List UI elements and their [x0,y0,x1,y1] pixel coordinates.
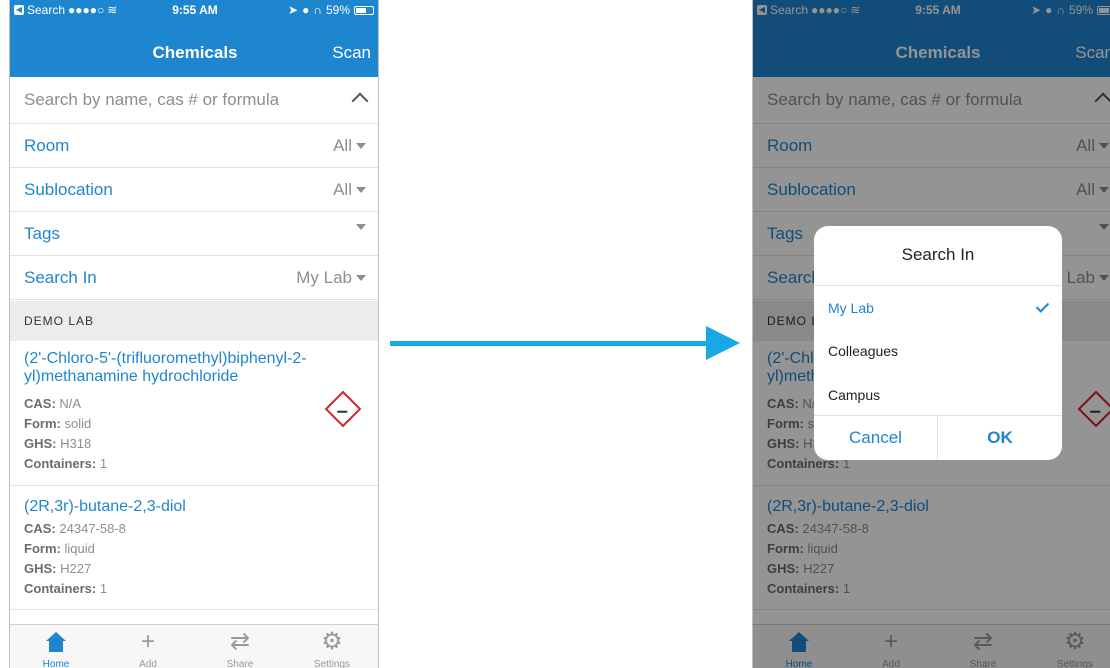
ok-button[interactable]: OK [938,416,1062,460]
tab-home[interactable]: Home [10,625,102,668]
chemical-name[interactable]: (2'-Chloro-5'-(trifluoromethyl)biphenyl-… [24,350,354,386]
checkmark-icon [1035,299,1050,313]
option-my-lab[interactable]: My Lab [828,300,874,316]
form-label: Form: [24,416,61,431]
tab-label: Settings [313,659,351,668]
dropdown-caret-icon [356,187,366,193]
status-bar: ◀ Search ●●●●○ ≋ 9:55 AM ➤ ● ∩ 59% [10,0,378,20]
filter-label: Sublocation [24,180,113,199]
ghs-label: GHS: [24,561,57,576]
battery-percent: 59% [325,3,350,17]
option-campus[interactable]: Campus [828,387,880,403]
containers-value: 1 [99,456,108,471]
form-label: Form: [24,541,61,556]
list-item[interactable]: (2R,3r)-butane-2,3-diol CAS: 24347-58-8 … [10,486,378,610]
filter-label: Tags [24,224,60,243]
tab-share[interactable]: ⇄ Share [194,625,286,668]
option-colleagues[interactable]: Colleagues [828,343,898,359]
ghs-label: GHS: [24,436,57,451]
arrow-right-icon [706,326,740,360]
containers-value: 1 [99,581,108,596]
ghs-value: H227 [60,561,92,576]
tab-label: Home [42,659,70,668]
tab-settings[interactable]: ⚙ Settings [286,625,378,668]
phone-screen-before: ◀ Search ●●●●○ ≋ 9:55 AM ➤ ● ∩ 59% Chemi… [9,0,379,668]
list-item[interactable]: (2'-Chloro-5'-(trifluoromethyl)biphenyl-… [10,341,378,486]
filter-tags[interactable]: Tags [10,212,378,256]
section-header: DEMO LAB [10,301,378,341]
search-input[interactable]: Search by name, cas # or formula [24,90,279,110]
filter-room[interactable]: Room All [10,124,378,168]
headphones-icon: ∩ [313,3,322,17]
transition-arrow [390,341,712,346]
dropdown-caret-icon [356,143,366,149]
divider [814,285,1062,286]
corrosion-pictogram-icon [324,390,362,428]
cas-value: 24347-58-8 [59,521,126,536]
filter-search-in[interactable]: Search In My Lab [10,256,378,300]
page-title: Chemicals [152,43,238,62]
filter-sublocation[interactable]: Sublocation All [10,168,378,212]
home-icon [45,632,67,652]
plus-icon: + [140,628,155,655]
search-bar[interactable]: Search by name, cas # or formula [10,77,378,124]
gear-icon: ⚙ [321,628,343,655]
filter-label: Room [24,136,70,155]
containers-label: Containers: [24,581,97,596]
battery-icon [354,5,374,15]
swap-arrows-icon: ⇄ [229,628,251,655]
cas-label: CAS: [24,521,56,536]
location-icon: ➤ [288,3,299,17]
filter-label: Search In [24,268,97,287]
containers-label: Containers: [24,456,97,471]
chemical-name[interactable]: (2R,3r)-butane-2,3-diol [24,498,354,516]
dropdown-caret-icon [356,224,366,230]
section-title: DEMO LAB [24,314,95,328]
form-value: solid [64,416,92,431]
cas-label: CAS: [24,396,56,411]
tab-add[interactable]: + Add [102,625,194,668]
search-in-dialog: Search In My Lab Colleagues Campus Cance… [814,226,1062,460]
nav-bar: Chemicals Scan [10,20,378,77]
form-value: liquid [64,541,95,556]
dialog-title: Search In [901,245,975,264]
cas-value: N/A [59,396,82,411]
chevron-up-icon[interactable] [351,92,369,110]
filter-value: All [333,136,352,155]
alarm-icon: ● [302,3,310,17]
cancel-button[interactable]: Cancel [814,416,938,460]
scan-button[interactable]: Scan [332,43,371,63]
dropdown-caret-icon [356,275,366,281]
filter-value: All [333,180,352,199]
tab-bar: Home + Add ⇄ Share ⚙ Settings [10,624,378,668]
tab-label: Add [139,659,157,668]
phone-screen-after: ◀ Search ●●●●○ ≋ 9:55 AM ➤ ● ∩ 59% Chemi… [752,0,1110,668]
ghs-value: H318 [60,436,92,451]
tab-label: Share [226,659,254,668]
filter-value: My Lab [296,268,352,287]
